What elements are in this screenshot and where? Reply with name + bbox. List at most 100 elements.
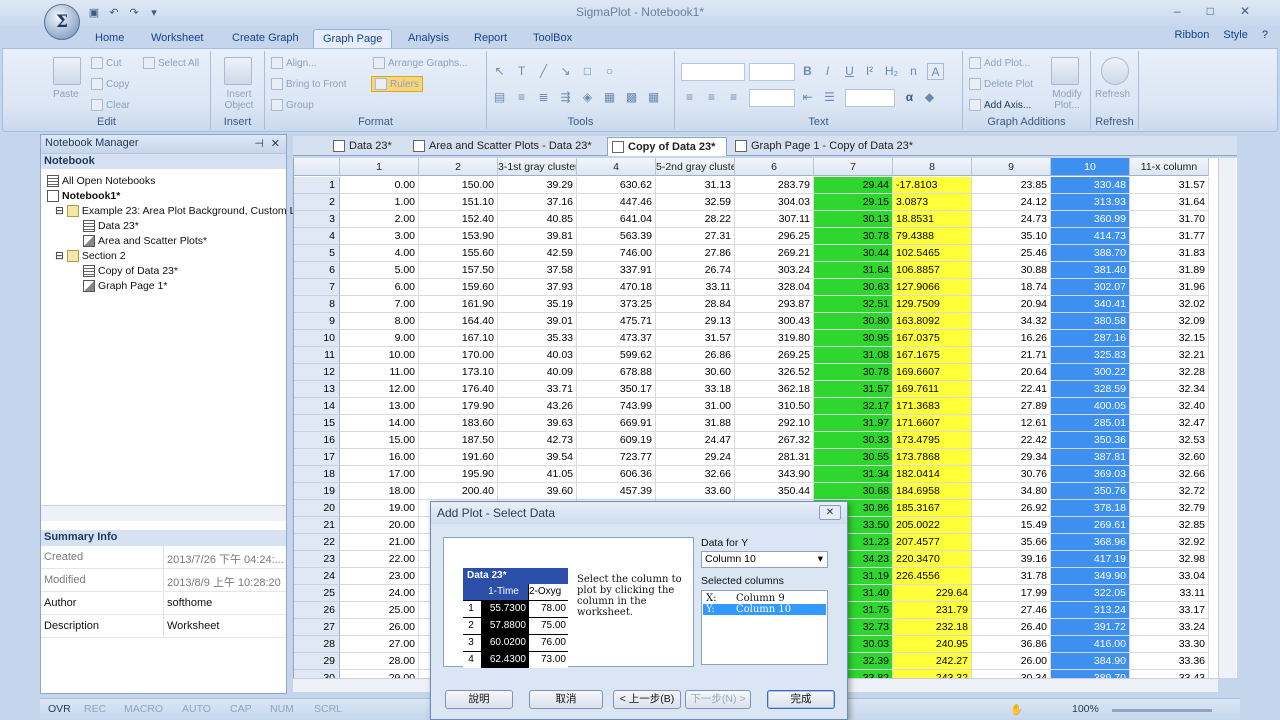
row-number[interactable]: 12 xyxy=(294,364,340,381)
table-cell[interactable]: 37.93 xyxy=(498,279,577,296)
table-cell[interactable]: 200.40 xyxy=(419,483,498,500)
table-cell[interactable]: 30.80 xyxy=(814,313,893,330)
table-cell[interactable]: 470.18 xyxy=(577,279,656,296)
table-cell[interactable]: 195.90 xyxy=(419,466,498,483)
table-cell[interactable]: 25.00 xyxy=(340,602,419,619)
table-cell[interactable]: 232.18 xyxy=(893,619,972,636)
table-cell[interactable]: 159.60 xyxy=(419,279,498,296)
ellipse-tool-icon[interactable]: ○ xyxy=(601,63,618,80)
rulers-button[interactable]: Rulers xyxy=(371,76,423,92)
table-cell[interactable]: 31.96 xyxy=(1130,279,1209,296)
copy-button[interactable]: Copy xyxy=(91,78,129,90)
table-cell[interactable]: 746.00 xyxy=(577,245,656,262)
table-cell[interactable]: 32.21 xyxy=(1130,347,1209,364)
table-cell[interactable]: 269.61 xyxy=(1051,517,1130,534)
table-cell[interactable]: 26.92 xyxy=(972,500,1051,517)
table-cell[interactable]: 32.17 xyxy=(814,398,893,415)
worksheet-vertical-scrollbar[interactable] xyxy=(1218,158,1236,678)
fill-icon[interactable]: ◈ xyxy=(579,89,596,106)
table-cell[interactable]: 414.73 xyxy=(1051,228,1130,245)
table-cell[interactable]: 15.00 xyxy=(340,432,419,449)
column-header[interactable]: 3-1st gray cluster xyxy=(498,158,577,176)
table-cell[interactable]: 23.00 xyxy=(340,568,419,585)
table-cell[interactable]: 30.78 xyxy=(814,364,893,381)
table-cell[interactable]: 287.16 xyxy=(1051,330,1130,347)
table-cell[interactable]: 32.40 xyxy=(1130,398,1209,415)
row-number[interactable]: 4 xyxy=(294,228,340,245)
table-cell[interactable]: 167.0375 xyxy=(893,330,972,347)
table-cell[interactable]: 16.26 xyxy=(972,330,1051,347)
row-number[interactable]: 11 xyxy=(294,347,340,364)
row-number[interactable]: 14 xyxy=(294,398,340,415)
row-number[interactable]: 29 xyxy=(294,653,340,670)
row-number[interactable]: 21 xyxy=(294,517,340,534)
table-cell[interactable]: 27.00 xyxy=(340,636,419,653)
tree-item-data-23[interactable]: Data 23* xyxy=(83,220,139,232)
table-cell[interactable]: 33.24 xyxy=(1130,619,1209,636)
table-cell[interactable]: 27.89 xyxy=(972,398,1051,415)
table-cell[interactable]: 171.3683 xyxy=(893,398,972,415)
tab-graph-page[interactable]: Graph Page xyxy=(313,29,393,48)
table-cell[interactable]: 23.85 xyxy=(972,177,1051,194)
row-number[interactable]: 24 xyxy=(294,568,340,585)
finish-button[interactable]: 完成 xyxy=(767,690,835,709)
table-cell[interactable]: 391.72 xyxy=(1051,619,1130,636)
table-cell[interactable]: 33.11 xyxy=(656,279,735,296)
table-cell[interactable]: 39.63 xyxy=(498,415,577,432)
table-cell[interactable]: 32.92 xyxy=(1130,534,1209,551)
expand-icon[interactable]: ⊟ xyxy=(55,250,64,262)
table-cell[interactable]: 283.79 xyxy=(735,177,814,194)
table-cell[interactable]: 606.36 xyxy=(577,466,656,483)
table-cell[interactable]: 39.29 xyxy=(498,177,577,194)
table-cell[interactable]: 599.62 xyxy=(577,347,656,364)
table-cell[interactable]: 29.44 xyxy=(814,177,893,194)
table-cell[interactable]: 184.6958 xyxy=(893,483,972,500)
table-cell[interactable]: 4.00 xyxy=(340,245,419,262)
table-cell[interactable]: 387.81 xyxy=(1051,449,1130,466)
table-cell[interactable]: 322.05 xyxy=(1051,585,1130,602)
align-button[interactable]: Align... xyxy=(271,57,317,69)
row-number[interactable]: 19 xyxy=(294,483,340,500)
table-cell[interactable]: 11.00 xyxy=(340,364,419,381)
table-cell[interactable]: 30.68 xyxy=(814,483,893,500)
table-cell[interactable]: 36.86 xyxy=(972,636,1051,653)
table-cell[interactable]: 35.66 xyxy=(972,534,1051,551)
table-cell[interactable]: 32.60 xyxy=(1130,449,1209,466)
table-cell[interactable]: 325.83 xyxy=(1051,347,1130,364)
column-header[interactable]: 10 xyxy=(1051,158,1130,176)
rotation-combo[interactable] xyxy=(845,89,895,107)
row-number[interactable]: 6 xyxy=(294,262,340,279)
table-cell[interactable]: 281.31 xyxy=(735,449,814,466)
table-cell[interactable]: 26.00 xyxy=(972,653,1051,670)
cancel-button[interactable]: 取消 xyxy=(529,690,603,709)
select-all-button[interactable]: Select All xyxy=(143,57,199,69)
table-cell[interactable]: 191.60 xyxy=(419,449,498,466)
table-cell[interactable]: 303.24 xyxy=(735,262,814,279)
line-spacing-combo[interactable] xyxy=(749,89,795,107)
table-cell[interactable]: 32.34 xyxy=(1130,381,1209,398)
table-cell[interactable]: 349.90 xyxy=(1051,568,1130,585)
dialog-close-button[interactable]: ✕ xyxy=(819,505,841,520)
save-icon[interactable]: ▣ xyxy=(86,6,102,21)
table-cell[interactable]: 31.57 xyxy=(814,381,893,398)
column-header[interactable]: 8 xyxy=(893,158,972,176)
table-cell[interactable]: 34.32 xyxy=(972,313,1051,330)
row-number[interactable]: 17 xyxy=(294,449,340,466)
align-center-icon[interactable]: ≡ xyxy=(703,89,720,106)
row-number[interactable]: 23 xyxy=(294,551,340,568)
row-number[interactable]: 28 xyxy=(294,636,340,653)
table-cell[interactable]: -17.8103 xyxy=(893,177,972,194)
table-cell[interactable]: 42.73 xyxy=(498,432,577,449)
pointer-icon[interactable]: ↖ xyxy=(491,63,508,80)
row-number[interactable]: 15 xyxy=(294,415,340,432)
subscript-icon[interactable]: H₂ xyxy=(883,63,900,80)
table-cell[interactable]: 164.40 xyxy=(419,313,498,330)
table-cell[interactable]: 18.74 xyxy=(972,279,1051,296)
table-cell[interactable]: 457.39 xyxy=(577,483,656,500)
table-cell[interactable]: 27.31 xyxy=(656,228,735,245)
table-cell[interactable]: 269.25 xyxy=(735,347,814,364)
rectangle-tool-icon[interactable]: □ xyxy=(579,63,596,80)
table-cell[interactable]: 31.83 xyxy=(1130,245,1209,262)
table-cell[interactable]: 28.22 xyxy=(656,211,735,228)
table-cell[interactable]: 26.00 xyxy=(340,619,419,636)
